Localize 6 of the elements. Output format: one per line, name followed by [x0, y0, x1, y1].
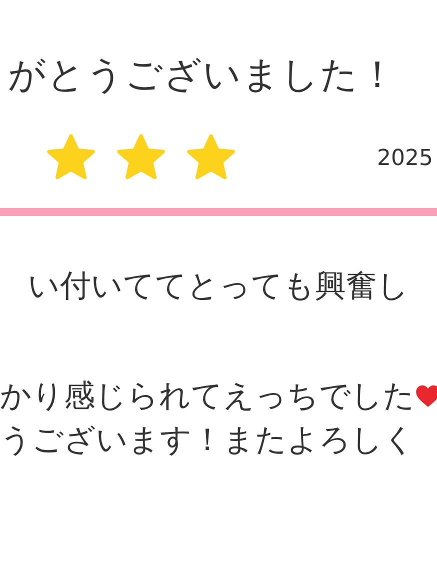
review-text: うございます！またよろしく	[0, 421, 415, 460]
review-date: 2025	[377, 146, 433, 170]
heart-icon	[415, 384, 437, 408]
review-text: かり感じられてえっちでした	[0, 377, 415, 416]
review-title: がとうございました！	[7, 52, 398, 98]
review-text: い付いててとっても興奮し	[28, 267, 409, 306]
